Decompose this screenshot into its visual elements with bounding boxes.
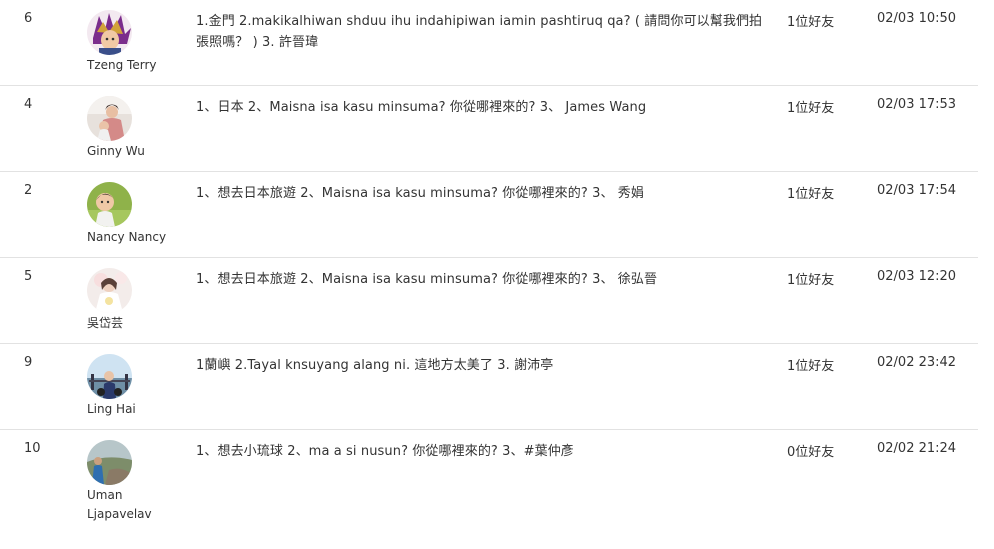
row-number: 5 xyxy=(24,269,33,284)
message-text: 1.金門 2.makikalhiwan shduu ihu indahipiwa… xyxy=(196,14,763,50)
table-row: 9 Ling Hai 1蘭嶼 2.Tayal knsuyang alang ni… xyxy=(0,344,978,430)
friend-count: 1位好友 xyxy=(787,359,835,374)
timestamp: 02/03 10:50 xyxy=(877,11,957,26)
friend-count: 1位好友 xyxy=(787,101,835,116)
friend-count: 1位好友 xyxy=(787,187,835,202)
table-row: 4 Ginny Wu 1、日本 2、Maisna isa kasu minsum… xyxy=(0,86,978,172)
message-text: 1、想去日本旅遊 2、Maisna isa kasu minsuma? 你從哪裡… xyxy=(196,186,644,201)
user-name[interactable]: Ginny Wu xyxy=(87,142,167,161)
message-text: 1、想去小琉球 2、ma a si nusun? 你從哪裡來的? 3、#葉仲彥 xyxy=(196,444,574,459)
friend-count: 0位好友 xyxy=(787,445,835,460)
timestamp: 02/03 12:20 xyxy=(877,269,957,284)
timestamp: 02/02 23:42 xyxy=(877,355,957,370)
timestamp: 02/03 17:54 xyxy=(877,183,957,198)
table-row: 5 吳岱芸 1、想去日本旅遊 2、Maisna isa kasu minsuma… xyxy=(0,258,978,344)
row-number: 2 xyxy=(24,183,33,198)
message-text: 1、想去日本旅遊 2、Maisna isa kasu minsuma? 你從哪裡… xyxy=(196,272,658,287)
user-name[interactable]: Uman Ljapavelav xyxy=(87,486,167,524)
user-name[interactable]: Ling Hai xyxy=(87,400,167,419)
submissions-table: 6 Tzeng Terry 1.金門 2.makikalhiwan shduu … xyxy=(0,0,978,545)
table-row: 6 Tzeng Terry 1.金門 2.makikalhiwan shduu … xyxy=(0,0,978,86)
outdoor-photo-avatar-icon[interactable] xyxy=(87,354,132,399)
row-number: 6 xyxy=(24,11,33,26)
bride-photo-avatar-icon[interactable] xyxy=(87,268,132,313)
row-number: 10 xyxy=(24,441,41,456)
message-text: 1蘭嶼 2.Tayal knsuyang alang ni. 這地方太美了 3.… xyxy=(196,358,554,373)
row-number: 9 xyxy=(24,355,33,370)
row-number: 4 xyxy=(24,97,33,112)
timestamp: 02/03 17:53 xyxy=(877,97,957,112)
cartoon-character-avatar-icon[interactable] xyxy=(87,10,132,55)
timestamp: 02/02 21:24 xyxy=(877,441,957,456)
friend-count: 1位好友 xyxy=(787,15,835,30)
person-photo-avatar-icon[interactable] xyxy=(87,96,132,141)
user-name[interactable]: Nancy Nancy xyxy=(87,228,167,247)
child-photo-avatar-icon[interactable] xyxy=(87,182,132,227)
table-row: 2 Nancy Nancy 1、想去日本旅遊 2、Maisna isa kasu… xyxy=(0,172,978,258)
user-name[interactable]: Tzeng Terry xyxy=(87,56,167,75)
table-row: 10 Uman Ljapavelav 1、想去小琉球 2、ma a si nus… xyxy=(0,430,978,545)
landscape-photo-avatar-icon[interactable] xyxy=(87,440,132,485)
friend-count: 1位好友 xyxy=(787,273,835,288)
user-name[interactable]: 吳岱芸 xyxy=(87,314,167,333)
message-text: 1、日本 2、Maisna isa kasu minsuma? 你從哪裡來的? … xyxy=(196,100,647,115)
